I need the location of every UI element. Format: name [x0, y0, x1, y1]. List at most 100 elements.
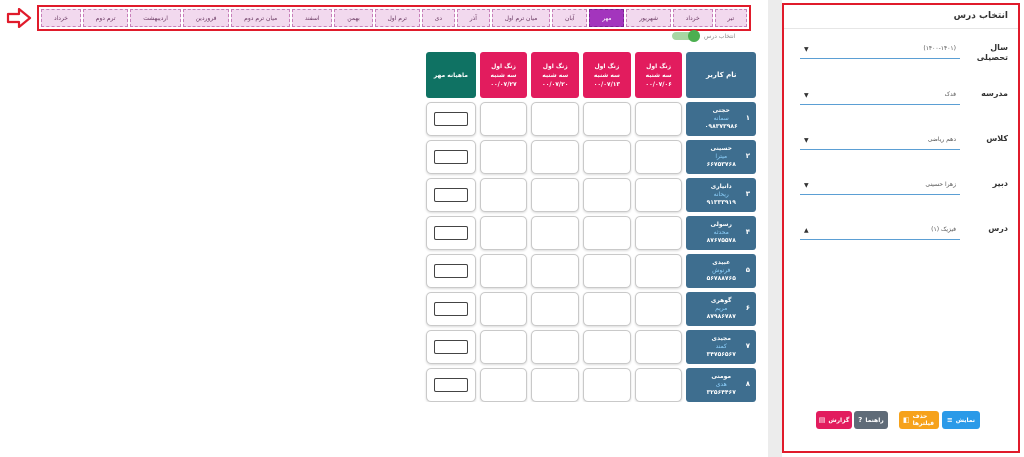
tab-month[interactable]: ترم دوم [82, 9, 129, 27]
attendance-cell[interactable] [634, 102, 683, 136]
student-name-cell[interactable]: ۱ حجتی سمانه ۰۹۸۳۷۳۹۸۶ [686, 102, 756, 136]
attendance-cell[interactable] [479, 102, 528, 136]
attendance-cell[interactable] [634, 330, 683, 364]
tab-month[interactable]: خرداد [672, 9, 713, 27]
toggle-knob[interactable] [688, 30, 700, 42]
field-dropdown[interactable]: فیزیک (۱) ▲ [800, 224, 960, 240]
header-session-line2: سه شنبه [645, 71, 672, 79]
attendance-cell[interactable] [583, 330, 631, 364]
monthly-score-input[interactable] [433, 302, 468, 316]
attendance-cell[interactable] [531, 216, 580, 250]
attendance-cell[interactable] [479, 292, 528, 326]
attendance-cell[interactable] [634, 140, 683, 174]
student-first-name: ریحانه [713, 191, 729, 198]
attendance-cell[interactable] [531, 140, 580, 174]
tab-month[interactable]: بهمن [334, 9, 373, 27]
attendance-cell[interactable] [531, 330, 580, 364]
attendance-cell[interactable] [583, 292, 631, 326]
monthly-score-input[interactable] [433, 226, 468, 240]
attendance-cell[interactable] [479, 140, 528, 174]
field-value: (۱۴۰۰-۱۴۰۱) [923, 45, 956, 52]
monthly-cell [425, 292, 476, 326]
attendance-cell[interactable] [531, 254, 580, 288]
tab-month[interactable]: آبان [552, 9, 588, 27]
field-dropdown[interactable]: زهرا حسینی ▼ [800, 179, 960, 195]
attendance-cell[interactable] [531, 368, 580, 402]
student-name-cell[interactable]: ۵ عبیدی فرنوش ۵۶۷۸۸۷۶۵ [686, 254, 756, 288]
course-toggle[interactable]: انتخاب درس [672, 30, 735, 42]
attendance-cell[interactable] [583, 254, 631, 288]
clear-filters-button[interactable]: ◧ حذف فیلترها [899, 411, 939, 429]
report-button[interactable]: ▤ گزارش [816, 411, 852, 429]
attendance-cell[interactable] [634, 178, 683, 212]
header-session-line3: ۰۰/۰۷/۱۳ [593, 80, 621, 88]
attendance-cell[interactable] [583, 178, 631, 212]
monthly-cell [425, 102, 476, 136]
tab-month[interactable]: شهریور [626, 9, 671, 27]
monthly-score-input[interactable] [433, 188, 468, 202]
panel-divider [784, 28, 1018, 29]
attendance-cell[interactable] [634, 216, 683, 250]
header-session: زنگ اول سه شنبه ۰۰/۰۷/۲۰ [531, 52, 580, 98]
tab-month[interactable]: اسفند [292, 9, 333, 27]
attendance-cell[interactable] [583, 140, 631, 174]
attendance-cell[interactable] [634, 292, 683, 326]
student-name-cell[interactable]: ۲ حسینی میترا ۶۶۷۵۳۷۶۸ [686, 140, 756, 174]
field-dropdown[interactable]: دهم ریاضی ▼ [800, 134, 960, 150]
tab-month[interactable]: خرداد [41, 9, 81, 27]
field-label: دبیر [992, 179, 1008, 188]
attendance-cell[interactable] [479, 216, 528, 250]
student-name-cell[interactable]: ۴ رسولی محدثه ۸۷۶۷۵۵۷۸ [686, 216, 756, 250]
student-first-name: فرنوش [712, 267, 731, 274]
student-first-name: میترا [715, 153, 728, 160]
tab-month[interactable]: آذر [456, 9, 490, 27]
tab-month[interactable]: فروردین [182, 9, 230, 27]
student-name-cell[interactable]: ۳ دانیاری ریحانه ۹۱۳۳۳۹۱۹ [686, 178, 756, 212]
student-first-name: سمانه [713, 115, 729, 122]
monthly-score-input[interactable] [433, 340, 468, 354]
toggle-switch[interactable] [672, 30, 700, 42]
help-button[interactable]: ? راهنما [854, 411, 888, 429]
row-number: ۸ [745, 380, 750, 388]
monthly-score-input[interactable] [433, 378, 468, 392]
student-last-name: مومنی [711, 373, 732, 380]
attendance-cell[interactable] [531, 178, 580, 212]
header-session-line1: زنگ اول [646, 62, 672, 70]
attendance-cell[interactable] [531, 102, 580, 136]
attendance-cell[interactable] [634, 254, 683, 288]
attendance-cell[interactable] [479, 368, 528, 402]
month-tabs: تیر خرداد شهریور مهر آبان میان ترم اول آذر دی تر… [37, 5, 751, 31]
attendance-cell[interactable] [479, 178, 528, 212]
student-name-cell[interactable]: ۶ گوهری مریم ۸۷۹۸۶۷۸۷ [686, 292, 756, 326]
student-phone: ۳۴۷۵۶۵۶۷ [706, 351, 736, 358]
tab-month[interactable]: میان ترم اول [491, 9, 551, 27]
tab-month[interactable]: میان ترم دوم [231, 9, 291, 27]
tab-month[interactable]: مهر [589, 9, 625, 27]
monthly-score-input[interactable] [433, 150, 468, 164]
show-button[interactable]: ≡ نمایش [942, 411, 980, 429]
attendance-cell[interactable] [634, 368, 683, 402]
field-label: مدرسه [981, 89, 1008, 98]
tab-month[interactable]: دی [421, 9, 455, 27]
tab-month[interactable]: تیر [714, 9, 747, 27]
monthly-score-input[interactable] [433, 112, 468, 126]
field-dropdown[interactable]: (۱۴۰۰-۱۴۰۱) ▼ [800, 43, 960, 59]
attendance-cell[interactable] [583, 368, 631, 402]
field-dropdown[interactable]: فدک ▼ [800, 89, 960, 105]
attendance-cell[interactable] [479, 330, 528, 364]
tab-month[interactable]: اردیبهشت [130, 9, 181, 27]
student-phone: ۸۷۹۸۶۷۸۷ [706, 313, 736, 320]
student-phone: ۸۷۶۷۵۵۷۸ [706, 237, 736, 244]
table-row: ۶ گوهری مریم ۸۷۹۸۶۷۸۷ [425, 292, 756, 326]
tab-month[interactable]: ترم اول [374, 9, 420, 27]
attendance-cell[interactable] [583, 102, 631, 136]
monthly-score-input[interactable] [433, 264, 468, 278]
attendance-cell[interactable] [531, 292, 580, 326]
student-name-cell[interactable]: ۸ مومنی هدی ۳۲۵۶۴۴۶۷ [686, 368, 756, 402]
header-session: زنگ اول سه شنبه ۰۰/۰۷/۱۳ [583, 52, 631, 98]
chart-icon: ▤ [818, 416, 826, 424]
student-name-cell[interactable]: ۷ مجیدی کمند ۳۴۷۵۶۵۶۷ [686, 330, 756, 364]
attendance-cell[interactable] [583, 216, 631, 250]
attendance-cell[interactable] [479, 254, 528, 288]
caret-icon: ▼ [804, 137, 809, 144]
